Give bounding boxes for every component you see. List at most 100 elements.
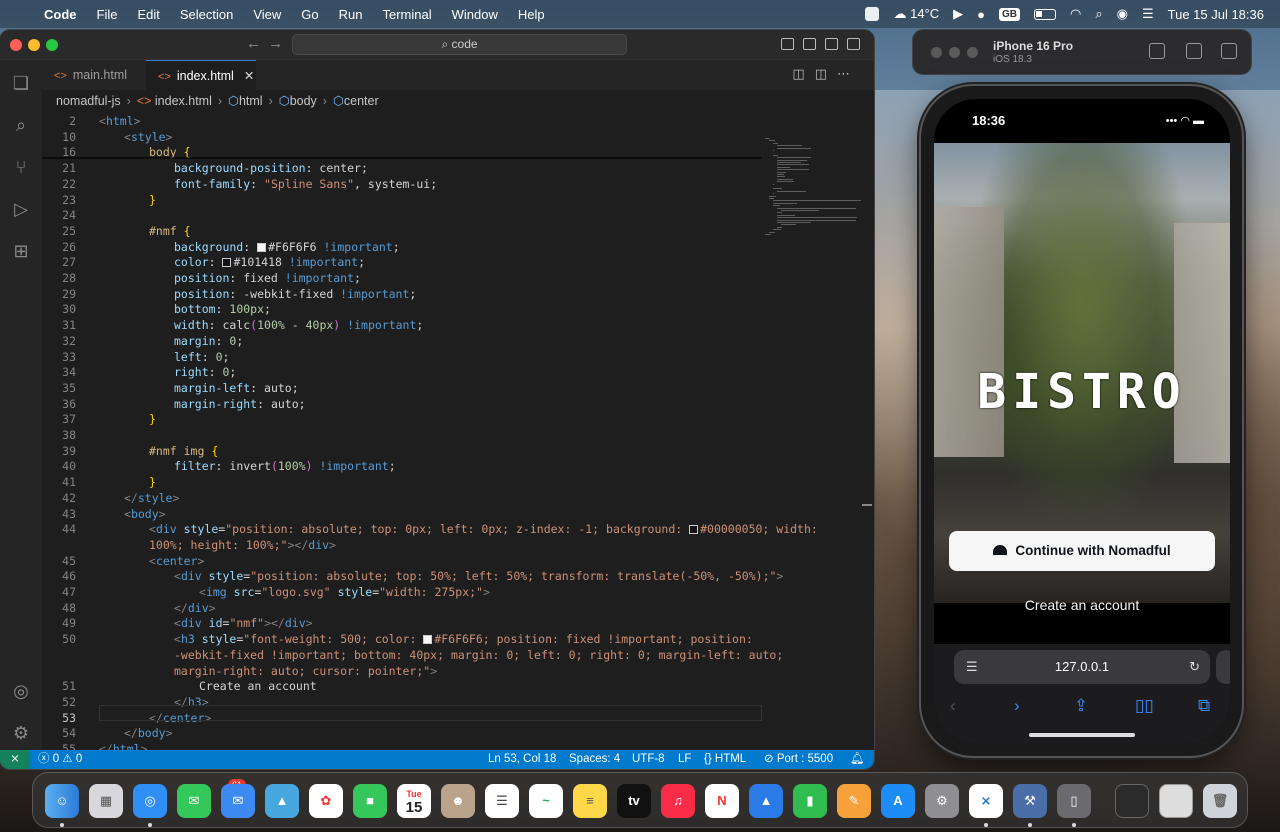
news-icon[interactable]: N bbox=[705, 784, 739, 818]
code-line[interactable]: 2 <html> bbox=[42, 114, 762, 130]
wifi-icon[interactable]: ◠ bbox=[1070, 6, 1081, 22]
trash-icon[interactable]: 🗑︎ bbox=[1203, 784, 1237, 818]
reminders-icon[interactable]: ☰ bbox=[485, 784, 519, 818]
breadcrumb-body[interactable]: body bbox=[290, 94, 317, 108]
toggle-sidebar-icon[interactable] bbox=[803, 38, 816, 50]
code-line[interactable]: 32 margin: 0; bbox=[42, 334, 762, 350]
play-icon[interactable]: ▶ bbox=[953, 6, 963, 22]
breadcrumb-file[interactable]: index.html bbox=[155, 94, 212, 108]
address-bar[interactable]: ☰ 127.0.0.1 ↻ bbox=[954, 650, 1210, 684]
code-line[interactable]: 46 <div style="position: absolute; top: 5… bbox=[42, 569, 783, 585]
code-line[interactable]: 22 font-family: "Spline Sans", system-ui; bbox=[42, 177, 762, 193]
toggle-panel-icon[interactable] bbox=[825, 38, 838, 50]
explorer-icon[interactable]: ❏ bbox=[10, 72, 32, 94]
weather-icon[interactable]: ☁ 14°C bbox=[893, 6, 939, 22]
breadcrumb-folder[interactable]: nomadful-js bbox=[56, 94, 121, 108]
system-settings-icon[interactable]: ⚙ bbox=[925, 784, 959, 818]
accounts-icon[interactable]: ◎ bbox=[10, 680, 32, 702]
close-window-button[interactable] bbox=[10, 39, 22, 51]
menu-help[interactable]: Help bbox=[518, 7, 545, 22]
code-line[interactable]: 100%; height: 100%;"></div> bbox=[42, 538, 762, 554]
menu-selection[interactable]: Selection bbox=[180, 7, 233, 22]
photos-icon[interactable]: ✿ bbox=[309, 784, 343, 818]
encoding[interactable]: UTF-8 bbox=[632, 750, 665, 769]
code-line[interactable]: 41} bbox=[42, 475, 762, 491]
code-line[interactable]: 49 <div id="nmf"></div> bbox=[42, 616, 762, 632]
menu-view[interactable]: View bbox=[253, 7, 281, 22]
breadcrumb-html[interactable]: html bbox=[239, 94, 263, 108]
indentation[interactable]: Spaces: 4 bbox=[569, 750, 620, 769]
live-server-port[interactable]: ⊘ Port : 5500 bbox=[764, 750, 833, 769]
code-line[interactable]: 50 <h3 style="font-weight: 500; color: #F… bbox=[42, 632, 762, 648]
code-line[interactable]: 10 <style> bbox=[42, 130, 762, 146]
problems-indicator[interactable]: ⓧ 0 ⚠ 0 bbox=[38, 750, 82, 769]
code-line[interactable]: 34 right: 0; bbox=[42, 365, 762, 381]
menu-run[interactable]: Run bbox=[339, 7, 363, 22]
pages-icon[interactable]: ✎ bbox=[837, 784, 871, 818]
code-line[interactable]: 26 background: #F6F6F6 !important; bbox=[42, 240, 762, 256]
source-control-icon[interactable]: ⑂ bbox=[10, 156, 32, 178]
input-source-badge[interactable]: GB bbox=[999, 7, 1020, 21]
code-line[interactable]: 23} bbox=[42, 193, 762, 209]
code-line[interactable]: 33 left: 0; bbox=[42, 350, 762, 366]
code-line[interactable]: 36 margin-right: auto; bbox=[42, 397, 762, 413]
search-icon[interactable]: ⌕ bbox=[10, 114, 32, 136]
contacts-icon[interactable]: ☻ bbox=[441, 784, 475, 818]
continue-with-nomadful-button[interactable]: Continue with Nomadful bbox=[949, 531, 1215, 571]
notifications-bell-icon[interactable]: 🔔︎ bbox=[850, 750, 865, 769]
app-store-icon[interactable]: A bbox=[881, 784, 915, 818]
tab-index-html[interactable]: <> index.html ✕ bbox=[146, 60, 256, 90]
back-arrow-icon[interactable]: ← bbox=[246, 35, 261, 52]
code-line[interactable]: 48 </div> bbox=[42, 601, 762, 617]
bookmarks-icon[interactable]: ▯▯ bbox=[1135, 696, 1154, 716]
numbers-icon[interactable]: ▮ bbox=[793, 784, 827, 818]
calendar-icon[interactable]: Tue 15 bbox=[397, 784, 431, 818]
toggle-secondary-sidebar-icon[interactable] bbox=[847, 38, 860, 50]
siri-icon[interactable]: ◉ bbox=[1117, 6, 1128, 22]
code-line[interactable]: 38 bbox=[42, 428, 762, 444]
menubar-clock[interactable]: Tue 15 Jul 18:36 bbox=[1168, 7, 1264, 22]
rotate-icon[interactable] bbox=[1221, 43, 1237, 59]
next-tab-bar[interactable] bbox=[1216, 650, 1230, 684]
control-center-icon[interactable]: ☰ bbox=[1142, 6, 1154, 22]
simulator-icon[interactable]: ▯ bbox=[1057, 784, 1091, 818]
code-line[interactable]: 51 Create an account bbox=[42, 679, 762, 695]
cursor-position[interactable]: Ln 53, Col 18 bbox=[488, 750, 556, 769]
safari-icon[interactable]: ◎ bbox=[133, 784, 167, 818]
zoom-window-button[interactable] bbox=[46, 39, 58, 51]
facetime-icon[interactable]: ■ bbox=[353, 784, 387, 818]
messages-icon[interactable]: ✉ bbox=[177, 784, 211, 818]
xcode-icon[interactable]: ⚒ bbox=[1013, 784, 1047, 818]
back-icon[interactable]: ‹ bbox=[950, 696, 956, 716]
notes-icon[interactable]: ≡ bbox=[573, 784, 607, 818]
forward-icon[interactable]: › bbox=[1014, 696, 1020, 716]
launchpad-icon[interactable]: ▦ bbox=[89, 784, 123, 818]
code-editor[interactable]: 2 <html> 10 <style> 16 body {21 background-pos… bbox=[42, 110, 818, 756]
command-center-search[interactable]: ⌕ code bbox=[292, 34, 627, 55]
code-line[interactable]: 24 bbox=[42, 208, 762, 224]
maps-icon[interactable]: ▲ bbox=[265, 784, 299, 818]
minimize-window-button[interactable] bbox=[949, 47, 960, 58]
home-icon[interactable] bbox=[1149, 43, 1165, 59]
search-icon[interactable]: ⌕ bbox=[1095, 6, 1102, 22]
apple-tv-icon[interactable]: tv bbox=[617, 784, 651, 818]
forward-arrow-icon[interactable]: → bbox=[268, 35, 283, 52]
code-line[interactable]: 42 </style> bbox=[42, 491, 762, 507]
code-line[interactable]: 25 #nmf { bbox=[42, 224, 762, 240]
page-menu-icon[interactable]: ☰ bbox=[966, 650, 978, 684]
extensions-icon[interactable]: ⊞ bbox=[10, 240, 32, 262]
minimize-window-button[interactable] bbox=[28, 39, 40, 51]
run-debug-icon[interactable]: ▷ bbox=[10, 198, 32, 220]
user-icon[interactable]: ● bbox=[977, 7, 985, 22]
minimized-window-thumbnail[interactable] bbox=[1115, 784, 1149, 818]
editor-actions[interactable]: ◫◫⋯ bbox=[792, 66, 860, 82]
code-line[interactable]: 54 </body> bbox=[42, 726, 762, 742]
menu-app-name[interactable]: Code bbox=[44, 7, 77, 22]
code-line[interactable]: 47 <img src="logo.svg" style="width: 275p… bbox=[42, 585, 762, 601]
keynote-icon[interactable]: ▲ bbox=[749, 784, 783, 818]
create-account-link[interactable]: Create an account bbox=[934, 597, 1230, 613]
remote-indicator-icon[interactable]: ⨯ bbox=[0, 750, 30, 769]
code-line[interactable]: 39 #nmf img { bbox=[42, 444, 762, 460]
freeform-icon[interactable]: ~ bbox=[529, 784, 563, 818]
code-line[interactable]: 21 background-position: center; bbox=[42, 161, 762, 177]
